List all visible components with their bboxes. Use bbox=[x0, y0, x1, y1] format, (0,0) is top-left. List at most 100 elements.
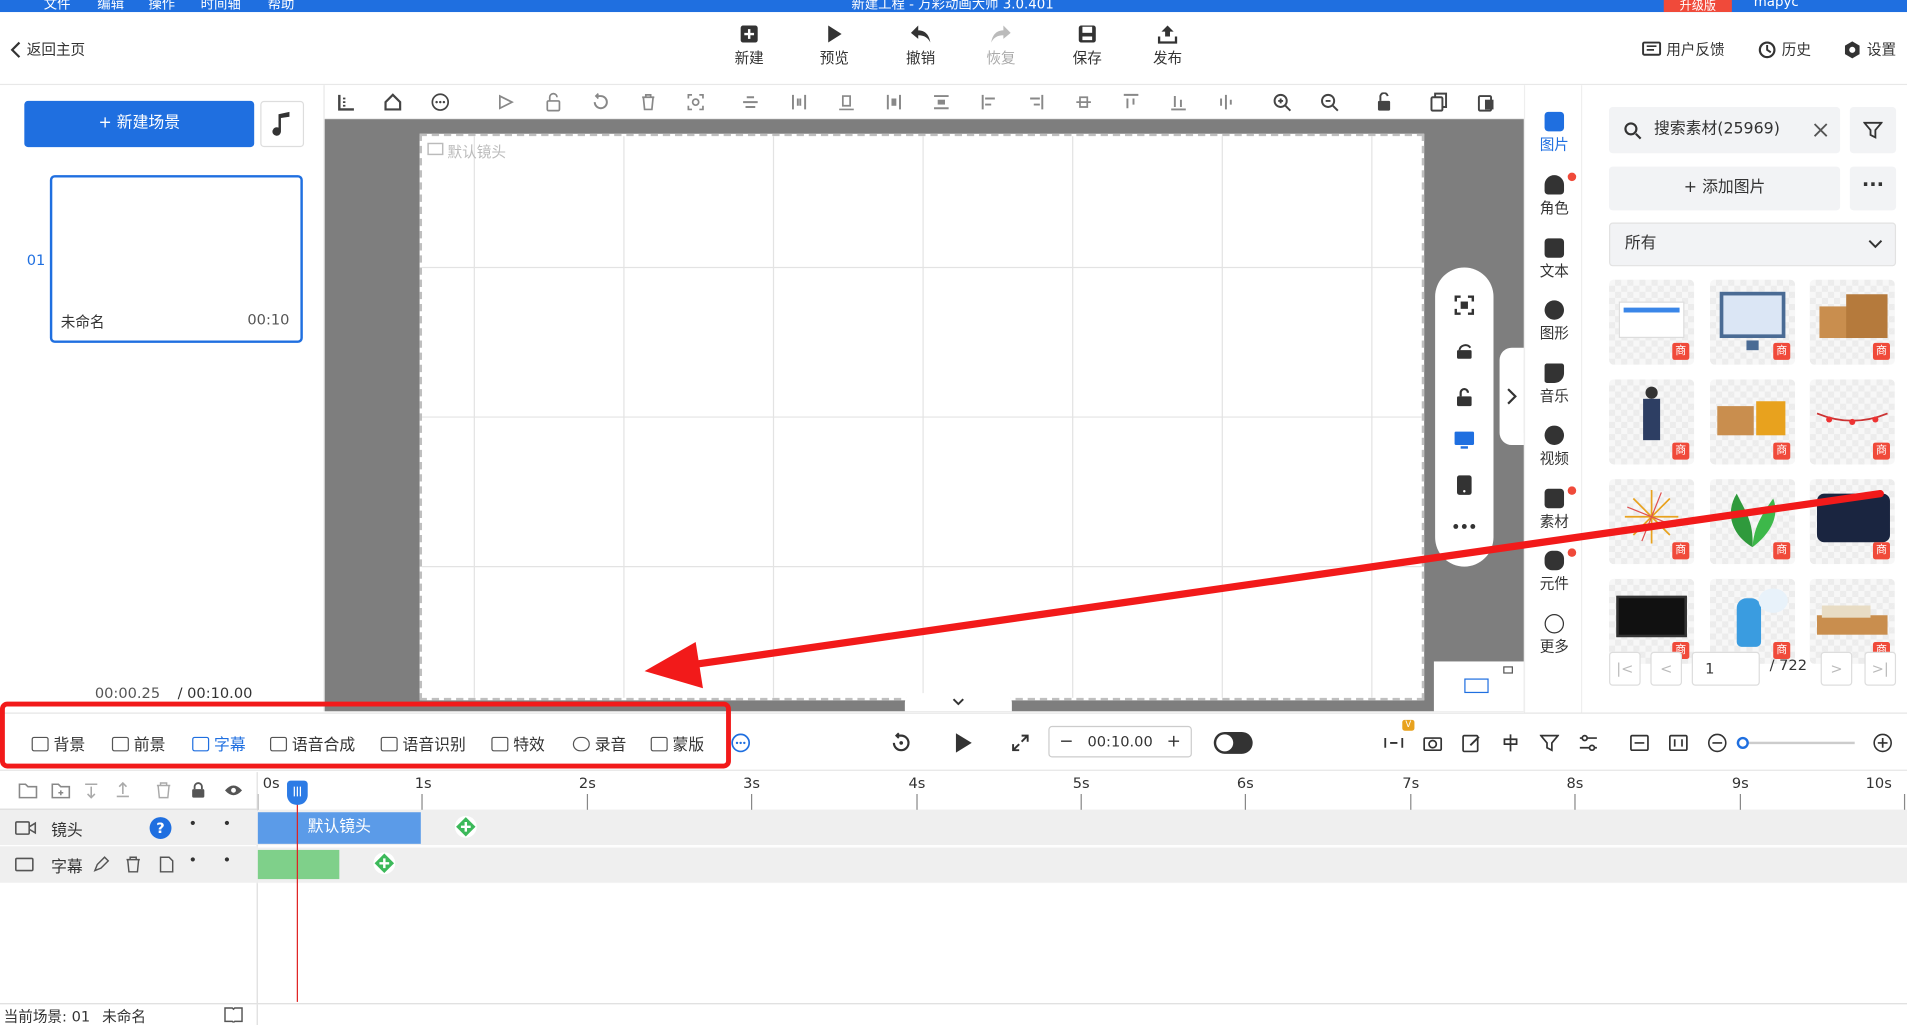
category-shapes[interactable]: 图形 bbox=[1525, 300, 1583, 343]
align-left-edge-icon[interactable] bbox=[884, 92, 903, 111]
filter-button[interactable] bbox=[1849, 106, 1897, 154]
delete-icon[interactable] bbox=[639, 92, 658, 111]
more-circle-icon[interactable] bbox=[431, 92, 450, 111]
camera-track-header[interactable]: 镜头 ? • • bbox=[0, 808, 258, 846]
text-filter-icon[interactable] bbox=[1539, 733, 1560, 752]
asset-thumb-boxes[interactable]: 商 bbox=[1809, 279, 1895, 365]
scene-music-button[interactable] bbox=[260, 100, 305, 148]
camera-icon[interactable] bbox=[1423, 733, 1443, 752]
track-dot-icon[interactable]: • bbox=[223, 815, 232, 832]
asset-thumb-monitor[interactable]: 商 bbox=[1709, 279, 1796, 365]
zoom-in-timeline-icon[interactable] bbox=[1873, 733, 1892, 753]
add-keyframe-button[interactable] bbox=[454, 815, 477, 838]
upgrade-button[interactable]: 升级版 bbox=[1663, 0, 1732, 12]
split-icon[interactable] bbox=[1501, 733, 1520, 752]
align-center-h-icon[interactable] bbox=[741, 92, 760, 111]
more-options-button[interactable]: ··· bbox=[1849, 166, 1897, 211]
asset-filter-select[interactable]: 所有 bbox=[1609, 222, 1897, 267]
save-button[interactable]: 保存 bbox=[1057, 24, 1118, 68]
scene-duration-stepper[interactable]: − 00:10.00 + bbox=[1048, 725, 1192, 758]
phone-icon[interactable] bbox=[1456, 474, 1473, 496]
decrease-duration[interactable]: − bbox=[1059, 727, 1073, 756]
zoom-out-icon[interactable] bbox=[1320, 92, 1339, 112]
publish-button[interactable]: 发布 bbox=[1137, 24, 1198, 68]
track-dot-icon[interactable]: • bbox=[189, 815, 198, 832]
fit-screen-icon[interactable] bbox=[1453, 294, 1475, 316]
new-button[interactable]: 新建 bbox=[719, 24, 780, 68]
menu-operate[interactable]: 操作 bbox=[148, 0, 175, 12]
ruler-icon[interactable] bbox=[337, 92, 356, 111]
align-left-icon[interactable] bbox=[979, 92, 998, 111]
settings-link[interactable]: 设置 bbox=[1843, 39, 1896, 60]
category-images[interactable]: 图片 bbox=[1525, 111, 1583, 155]
category-roles[interactable]: 角色 bbox=[1525, 172, 1583, 218]
subtitle-track-header[interactable]: 字幕 • • bbox=[0, 846, 258, 883]
close-icon[interactable] bbox=[1813, 123, 1828, 138]
mini-map-toggle-icon[interactable] bbox=[1503, 666, 1513, 674]
rotate-canvas-icon[interactable] bbox=[1453, 340, 1475, 362]
menu-help[interactable]: 帮助 bbox=[268, 0, 295, 12]
scene-thumbnail[interactable]: 未命名 00:10 bbox=[49, 175, 303, 343]
next-page-button[interactable]: > bbox=[1820, 651, 1853, 686]
first-page-button[interactable]: |< bbox=[1609, 651, 1641, 686]
category-assets[interactable]: 素材 bbox=[1525, 486, 1583, 532]
help-icon[interactable]: ? bbox=[149, 817, 172, 839]
feedback-link[interactable]: 用户反馈 bbox=[1642, 39, 1725, 60]
replay-icon[interactable] bbox=[890, 732, 912, 754]
align-top-icon[interactable] bbox=[1121, 92, 1140, 111]
camera-clip[interactable]: 默认镜头 bbox=[257, 812, 421, 844]
menu-file[interactable]: 文件 bbox=[44, 0, 71, 12]
home-icon[interactable] bbox=[383, 92, 402, 111]
last-page-button[interactable]: >| bbox=[1864, 651, 1897, 686]
history-link[interactable]: 历史 bbox=[1757, 39, 1811, 60]
user-name[interactable]: mapyc bbox=[1754, 0, 1799, 10]
adjust-icon[interactable] bbox=[1579, 733, 1598, 752]
delete-track-icon[interactable] bbox=[156, 782, 172, 799]
paste-icon[interactable] bbox=[1476, 92, 1495, 112]
add-folder-icon[interactable] bbox=[18, 782, 38, 799]
ratio-icon[interactable] bbox=[1668, 733, 1688, 752]
lock-all-icon[interactable] bbox=[191, 782, 206, 799]
playhead-handle[interactable] bbox=[287, 780, 308, 805]
asset-thumb-garland[interactable]: 商 bbox=[1809, 379, 1895, 465]
add-track-icon[interactable] bbox=[51, 782, 71, 799]
undo-button[interactable]: 撤销 bbox=[890, 24, 951, 68]
category-music[interactable]: 音乐 bbox=[1525, 363, 1583, 407]
track-dot-icon[interactable]: • bbox=[189, 851, 198, 868]
zoom-in-icon[interactable] bbox=[1272, 92, 1292, 112]
menu-timeline[interactable]: 时间轴 bbox=[201, 0, 241, 12]
asset-thumb-forklift[interactable]: 商 bbox=[1709, 379, 1796, 465]
add-image-button[interactable]: + 添加图片 bbox=[1609, 166, 1841, 211]
distribute-h-icon[interactable] bbox=[789, 92, 808, 111]
timeline-ruler[interactable]: 0s 1s 2s 3s 4s 5s 6s 7s 8s 9s 10s bbox=[257, 772, 1907, 812]
menu-edit[interactable]: 编辑 bbox=[97, 0, 124, 12]
flip-icon[interactable] bbox=[496, 92, 515, 111]
asset-thumb-businessman[interactable]: 商 bbox=[1609, 379, 1695, 465]
monitor-icon[interactable] bbox=[1453, 429, 1475, 451]
timeline-zoom-handle[interactable] bbox=[1736, 736, 1749, 749]
play-icon[interactable] bbox=[954, 732, 973, 754]
mini-map[interactable] bbox=[1433, 661, 1524, 712]
category-text[interactable]: 文本 bbox=[1525, 238, 1583, 281]
toggle-switch[interactable] bbox=[1213, 731, 1253, 754]
more-dots-icon[interactable] bbox=[1452, 523, 1476, 530]
fit-width-icon[interactable] bbox=[1630, 733, 1649, 752]
asset-thumb-dark-panel[interactable]: 商 bbox=[1809, 479, 1895, 565]
collapse-right-handle[interactable] bbox=[1499, 347, 1524, 446]
align-bottom-icon[interactable] bbox=[837, 92, 856, 111]
more-circle-icon[interactable] bbox=[731, 733, 751, 753]
edit-icon[interactable] bbox=[92, 856, 110, 873]
edit-icon[interactable] bbox=[1462, 733, 1481, 753]
asset-thumb-plant[interactable]: 商 bbox=[1709, 479, 1796, 565]
zoom-out-timeline-icon[interactable] bbox=[1707, 733, 1727, 753]
lock-canvas-icon[interactable] bbox=[1453, 387, 1475, 409]
distribute-v-icon[interactable] bbox=[932, 92, 951, 111]
add-subtitle-button[interactable] bbox=[373, 852, 396, 875]
import-icon[interactable] bbox=[158, 856, 175, 873]
subtitle-clip[interactable] bbox=[257, 849, 340, 880]
prev-page-button[interactable]: < bbox=[1650, 651, 1683, 686]
new-scene-button[interactable]: + 新建场景 bbox=[24, 100, 255, 148]
select-icon[interactable] bbox=[686, 92, 705, 111]
increase-duration[interactable]: + bbox=[1167, 727, 1181, 756]
timeline-zoom-slider[interactable] bbox=[1736, 736, 1855, 749]
